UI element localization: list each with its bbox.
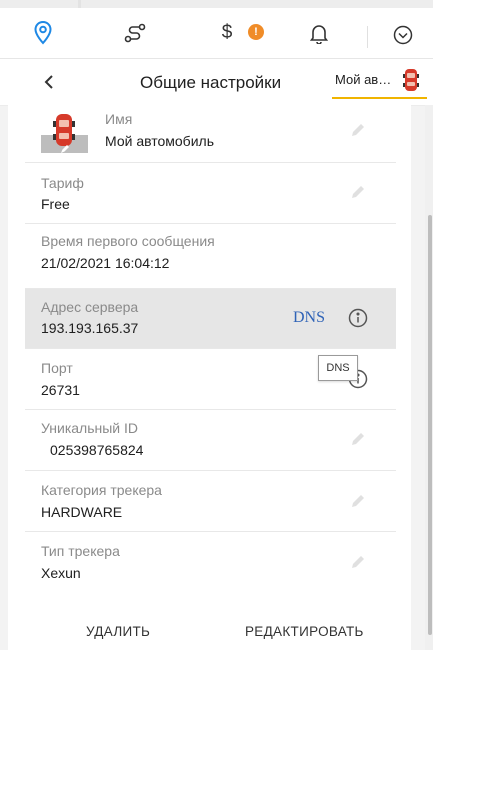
name-row: Имя Мой автомобиль [25,105,396,163]
edit-pencil-icon[interactable] [349,183,367,201]
edit-pencil-icon[interactable] [349,121,367,139]
server-address-row[interactable]: Адрес сервера 193.193.165.37 DNS [25,289,396,349]
chevron-circle-down-icon[interactable] [388,20,418,50]
field-value: 26731 [41,382,80,398]
edit-button[interactable]: РЕДАКТИРОВАТЬ [245,624,364,639]
notification-badge: ! [248,24,264,40]
field-value: 21/02/2021 16:04:12 [41,255,170,271]
object-name: Мой ав… [335,72,392,87]
delete-button[interactable]: УДАЛИТЬ [86,624,150,639]
tariff-row: Тариф Free [25,163,396,224]
dns-tooltip: DNS [318,355,358,381]
dns-link[interactable]: DNS [293,309,325,327]
car-icon [403,68,419,97]
field-label: Имя [105,111,133,127]
route-icon[interactable] [120,18,150,48]
first-message-row: Время первого сообщения 21/02/2021 16:04… [25,224,396,289]
field-value: HARDWARE [41,504,123,520]
field-label: Тариф [41,175,84,191]
info-icon[interactable] [347,307,369,329]
scrollbar-thumb[interactable] [428,215,432,635]
top-strip [0,0,433,8]
field-value: 025398765824 [50,442,144,458]
edit-pencil-icon[interactable] [349,492,367,510]
bell-icon[interactable] [304,18,334,48]
edit-pencil-icon[interactable] [349,430,367,448]
tracker-category-row: Категория трекера HARDWARE [25,471,396,532]
edit-pencil-icon[interactable] [349,553,367,571]
page-title: Общие настройки [140,73,282,92]
dollar-icon[interactable]: $ [212,18,242,48]
app-window: $ ! Общие настройки Мой ав… Имя Мой авто… [0,0,433,650]
page-header: Общие настройки Мой ав… [0,59,433,106]
tracker-type-row: Тип трекера Xexun [25,532,396,592]
field-label: Порт [41,360,73,376]
field-label: Тип трекера [41,543,120,559]
back-arrow-icon[interactable] [38,71,60,93]
unique-id-row: Уникальный ID 025398765824 [25,410,396,471]
field-label: Адрес сервера [41,299,139,315]
object-selector[interactable]: Мой ав… [332,65,427,99]
field-label: Время первого сообщения [41,233,215,249]
field-value: 193.193.165.37 [41,320,139,336]
field-label: Категория трекера [41,482,162,498]
field-value: Xexun [41,565,81,581]
field-value: Free [41,196,70,212]
map-pin-icon[interactable] [28,18,58,48]
pencil-small-icon [60,141,70,159]
nav-divider [367,26,368,48]
field-label: Уникальный ID [41,420,139,436]
top-navigation: $ ! [0,8,433,59]
field-value: Мой автомобиль [105,133,214,149]
